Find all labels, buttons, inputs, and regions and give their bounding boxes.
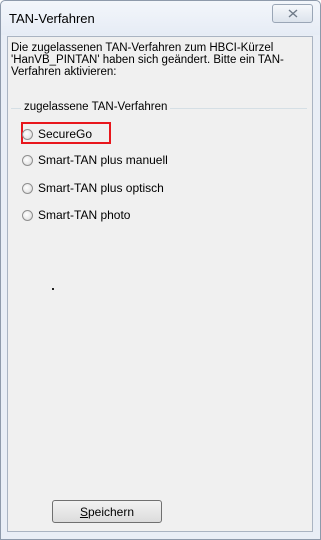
window-title: TAN-Verfahren <box>9 11 95 26</box>
option-label: Smart-TAN plus optisch <box>38 181 164 195</box>
dialog-content: Die zugelassenen TAN-Verfahren zum HBCI-… <box>7 36 313 532</box>
option-label: Smart-TAN photo <box>38 208 131 222</box>
close-button[interactable] <box>272 4 313 23</box>
radio-button[interactable] <box>22 209 33 221</box>
radio-button[interactable] <box>22 154 33 166</box>
save-button-label: peichern <box>87 504 135 519</box>
title-bar: TAN-Verfahren <box>1 1 320 35</box>
option-securego[interactable]: SecureGo <box>22 127 92 141</box>
option-label: Smart-TAN plus manuell <box>38 153 168 167</box>
radio-button[interactable] <box>22 128 33 140</box>
close-x-icon <box>288 9 297 18</box>
option-smart-tan-plus-optisch[interactable]: Smart-TAN plus optisch <box>22 181 164 195</box>
option-smart-tan-plus-manuell[interactable]: Smart-TAN plus manuell <box>22 153 168 167</box>
dialog-description: Die zugelassenen TAN-Verfahren zum HBCI-… <box>11 42 284 78</box>
groupbox-label: zugelassene TAN-Verfahren <box>21 101 171 113</box>
option-smart-tan-photo[interactable]: Smart-TAN photo <box>22 208 130 222</box>
option-label: SecureGo <box>38 127 93 141</box>
dialog-window: TAN-Verfahren Die zugelassenen TAN-Verfa… <box>0 0 321 540</box>
save-button-mnemonic: S <box>79 504 88 519</box>
radio-button[interactable] <box>22 182 33 194</box>
stray-dot <box>52 288 54 290</box>
save-button[interactable]: Speichern <box>52 500 162 523</box>
